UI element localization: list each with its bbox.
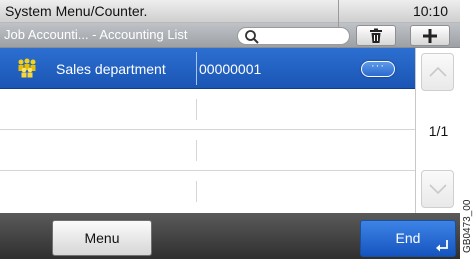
list-item[interactable] xyxy=(0,89,415,130)
add-button[interactable] xyxy=(410,25,450,46)
menu-button[interactable]: Menu xyxy=(52,220,152,256)
delete-button[interactable] xyxy=(356,25,396,46)
ellipsis-icon: ··· xyxy=(371,60,385,72)
clock: 10:10 xyxy=(412,3,448,19)
scroll-down-button[interactable] xyxy=(421,170,454,208)
column-divider xyxy=(196,181,197,202)
status-bar: System Menu/Counter. 10:10 xyxy=(0,0,460,23)
end-button[interactable]: End xyxy=(360,220,456,257)
column-divider xyxy=(196,140,197,161)
chevron-down-icon xyxy=(428,184,447,195)
enter-icon xyxy=(436,240,448,252)
detail-button[interactable]: ··· xyxy=(361,60,395,77)
department-name: Sales department xyxy=(56,61,166,77)
search-icon xyxy=(245,30,259,44)
pager: 1/1 xyxy=(415,48,460,213)
scroll-up-button[interactable] xyxy=(421,53,454,91)
menu-label: Menu xyxy=(84,230,120,246)
column-divider xyxy=(196,52,197,85)
accounting-list: Sales department 00000001 ··· xyxy=(0,48,415,213)
search-input[interactable] xyxy=(237,27,350,45)
trash-icon xyxy=(370,28,382,43)
breadcrumb: Job Accounti... - Accounting List xyxy=(4,27,188,42)
screen: System Menu/Counter. 10:10 Job Accounti.… xyxy=(0,0,460,259)
plus-icon xyxy=(423,28,437,43)
column-divider xyxy=(196,99,197,120)
account-id: 00000001 xyxy=(199,61,262,77)
page-indicator: 1/1 xyxy=(428,123,449,139)
list-item[interactable] xyxy=(0,171,415,213)
chevron-up-icon xyxy=(428,66,447,77)
department-icon xyxy=(18,58,36,78)
bottom-bar: Menu End xyxy=(0,213,460,259)
figure-code: GB0473_00 xyxy=(462,199,473,253)
list-item[interactable]: Sales department 00000001 ··· xyxy=(0,48,415,89)
list-item[interactable] xyxy=(0,130,415,171)
window-title: System Menu/Counter. xyxy=(5,3,148,19)
